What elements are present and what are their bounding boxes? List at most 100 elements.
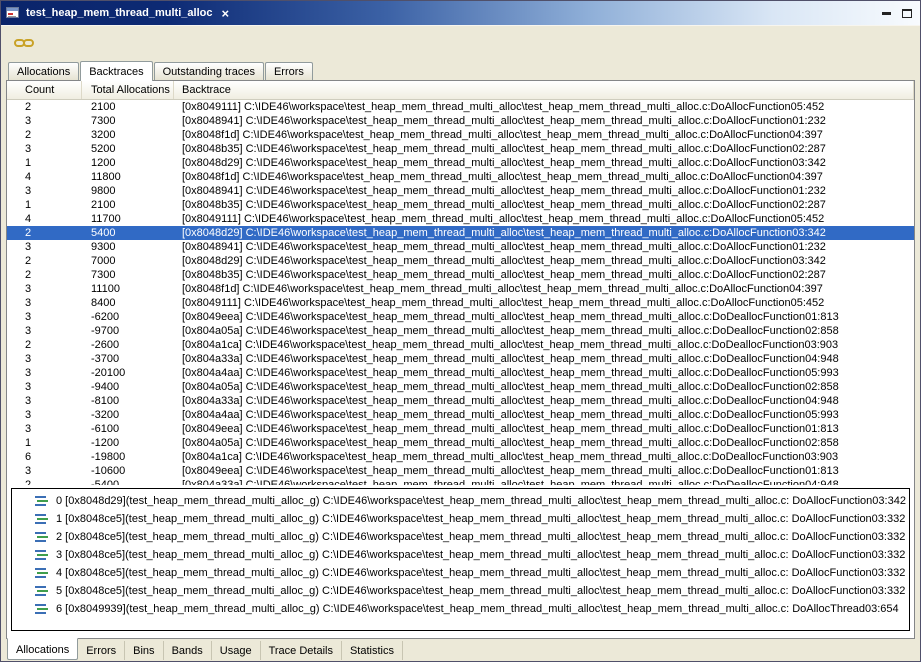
minimize-view-button[interactable]	[878, 5, 894, 21]
count-cell: 6	[7, 450, 82, 464]
backtrace-cell: [0x8049111] C:\IDE46\workspace\test_heap…	[174, 100, 914, 114]
table-row[interactable]: 27300[0x8048b35] C:\IDE46\workspace\test…	[7, 268, 914, 282]
table-row[interactable]: 3-6100[0x8049eea] C:\IDE46\workspace\tes…	[7, 422, 914, 436]
backtrace-cell: [0x8048f1d] C:\IDE46\workspace\test_heap…	[174, 170, 914, 184]
backtrace-cell: [0x804a33a] C:\IDE46\workspace\test_heap…	[174, 478, 914, 485]
table-row[interactable]: 39300[0x8048941] C:\IDE46\workspace\test…	[7, 240, 914, 254]
trace-detail-text: 4 [0x8048ce5](test_heap_mem_thread_multi…	[56, 567, 905, 579]
table-row[interactable]: 3-3700[0x804a33a] C:\IDE46\workspace\tes…	[7, 352, 914, 366]
count-cell: 2	[7, 338, 82, 352]
backtrace-cell: [0x804a33a] C:\IDE46\workspace\test_heap…	[174, 352, 914, 366]
table-row[interactable]: 25400[0x8048d29] C:\IDE46\workspace\test…	[7, 226, 914, 240]
bottom-tab-errors[interactable]: Errors	[78, 641, 125, 660]
column-header-total-allocations[interactable]: Total Allocations	[82, 81, 174, 99]
total-allocations-cell: -8100	[82, 394, 174, 408]
bottom-tab-bands[interactable]: Bands	[164, 641, 212, 660]
trace-detail-item[interactable]: 4 [0x8048ce5](test_heap_mem_thread_multi…	[12, 564, 909, 582]
backtrace-cell: [0x804a1ca] C:\IDE46\workspace\test_heap…	[174, 450, 914, 464]
link-button[interactable]	[11, 31, 37, 55]
trace-detail-item[interactable]: 5 [0x8048ce5](test_heap_mem_thread_multi…	[12, 582, 909, 600]
count-cell: 3	[7, 464, 82, 478]
table-row[interactable]: 11200[0x8048d29] C:\IDE46\workspace\test…	[7, 156, 914, 170]
backtrace-cell: [0x8048d29] C:\IDE46\workspace\test_heap…	[174, 254, 914, 268]
table-row[interactable]: 3-8100[0x804a33a] C:\IDE46\workspace\tes…	[7, 394, 914, 408]
table-row[interactable]: 37300[0x8048941] C:\IDE46\workspace\test…	[7, 114, 914, 128]
total-allocations-cell: -5400	[82, 478, 174, 485]
count-cell: 3	[7, 310, 82, 324]
backtrace-cell: [0x804a05a] C:\IDE46\workspace\test_heap…	[174, 436, 914, 450]
table-row[interactable]: 411800[0x8048f1d] C:\IDE46\workspace\tes…	[7, 170, 914, 184]
count-cell: 3	[7, 366, 82, 380]
trace-detail-panel: 0 [0x8048d29](test_heap_mem_thread_multi…	[11, 488, 910, 631]
total-allocations-cell: 11800	[82, 170, 174, 184]
table-row[interactable]: 23200[0x8048f1d] C:\IDE46\workspace\test…	[7, 128, 914, 142]
table-row[interactable]: 3-20100[0x804a4aa] C:\IDE46\workspace\te…	[7, 366, 914, 380]
count-cell: 2	[7, 128, 82, 142]
bottom-tab-trace-details[interactable]: Trace Details	[261, 641, 342, 660]
tab-allocations[interactable]: Allocations	[8, 62, 79, 80]
count-cell: 3	[7, 380, 82, 394]
trace-detail-item[interactable]: 3 [0x8048ce5](test_heap_mem_thread_multi…	[12, 546, 909, 564]
backtrace-cell: [0x8049eea] C:\IDE46\workspace\test_heap…	[174, 464, 914, 478]
count-cell: 1	[7, 156, 82, 170]
total-allocations-cell: -19800	[82, 450, 174, 464]
stack-frames-icon	[35, 567, 48, 579]
backtrace-cell: [0x804a05a] C:\IDE46\workspace\test_heap…	[174, 380, 914, 394]
stack-frames-icon	[35, 495, 48, 507]
tab-errors[interactable]: Errors	[265, 62, 313, 80]
maximize-view-button[interactable]	[899, 5, 915, 21]
backtrace-cell: [0x8049eea] C:\IDE46\workspace\test_heap…	[174, 422, 914, 436]
table-row[interactable]: 2-2600[0x804a1ca] C:\IDE46\workspace\tes…	[7, 338, 914, 352]
bottom-tab-statistics[interactable]: Statistics	[342, 641, 403, 660]
table-row[interactable]: 3-9400[0x804a05a] C:\IDE46\workspace\tes…	[7, 380, 914, 394]
bottom-tab-bins[interactable]: Bins	[125, 641, 163, 660]
total-allocations-cell: -9400	[82, 380, 174, 394]
backtrace-cell: [0x804a4aa] C:\IDE46\workspace\test_heap…	[174, 408, 914, 422]
close-view-button[interactable]: ×	[221, 7, 229, 20]
table-row[interactable]: 1-1200[0x804a05a] C:\IDE46\workspace\tes…	[7, 436, 914, 450]
tab-backtraces[interactable]: Backtraces	[80, 61, 152, 81]
count-cell: 3	[7, 184, 82, 198]
backtrace-cell: [0x8048b35] C:\IDE46\workspace\test_heap…	[174, 268, 914, 282]
total-allocations-cell: 5200	[82, 142, 174, 156]
count-cell: 3	[7, 296, 82, 310]
table-row[interactable]: 22100[0x8049111] C:\IDE46\workspace\test…	[7, 100, 914, 114]
table-row[interactable]: 3-3200[0x804a4aa] C:\IDE46\workspace\tes…	[7, 408, 914, 422]
total-allocations-cell: 3200	[82, 128, 174, 142]
total-allocations-cell: -3700	[82, 352, 174, 366]
table-row[interactable]: 411700[0x8049111] C:\IDE46\workspace\tes…	[7, 212, 914, 226]
table-row[interactable]: 3-6200[0x8049eea] C:\IDE46\workspace\tes…	[7, 310, 914, 324]
trace-detail-text: 3 [0x8048ce5](test_heap_mem_thread_multi…	[56, 549, 905, 561]
trace-detail-item[interactable]: 0 [0x8048d29](test_heap_mem_thread_multi…	[12, 492, 909, 510]
trace-detail-item[interactable]: 6 [0x8049939](test_heap_mem_thread_multi…	[12, 600, 909, 618]
trace-detail-item[interactable]: 1 [0x8048ce5](test_heap_mem_thread_multi…	[12, 510, 909, 528]
trace-detail-item[interactable]: 2 [0x8048ce5](test_heap_mem_thread_multi…	[12, 528, 909, 546]
bottom-tab-allocations[interactable]: Allocations	[7, 638, 78, 660]
column-header-count[interactable]: Count	[7, 81, 82, 99]
table-row[interactable]: 35200[0x8048b35] C:\IDE46\workspace\test…	[7, 142, 914, 156]
view-icon	[5, 5, 21, 21]
total-allocations-cell: 7300	[82, 268, 174, 282]
bottom-tab-usage[interactable]: Usage	[212, 641, 261, 660]
count-cell: 2	[7, 226, 82, 240]
backtrace-cell: [0x8048941] C:\IDE46\workspace\test_heap…	[174, 240, 914, 254]
backtrace-cell: [0x8048d29] C:\IDE46\workspace\test_heap…	[174, 156, 914, 170]
table-row[interactable]: 311100[0x8048f1d] C:\IDE46\workspace\tes…	[7, 282, 914, 296]
count-cell: 3	[7, 142, 82, 156]
total-allocations-cell: 2100	[82, 198, 174, 212]
total-allocations-cell: -6200	[82, 310, 174, 324]
total-allocations-cell: 2100	[82, 100, 174, 114]
count-cell: 2	[7, 268, 82, 282]
table-row[interactable]: 3-9700[0x804a05a] C:\IDE46\workspace\tes…	[7, 324, 914, 338]
total-allocations-cell: -10600	[82, 464, 174, 478]
table-row[interactable]: 12100[0x8048b35] C:\IDE46\workspace\test…	[7, 198, 914, 212]
column-header-backtrace[interactable]: Backtrace	[174, 81, 914, 99]
table-row[interactable]: 2-5400[0x804a33a] C:\IDE46\workspace\tes…	[7, 478, 914, 485]
table-row[interactable]: 3-10600[0x8049eea] C:\IDE46\workspace\te…	[7, 464, 914, 478]
table-row[interactable]: 39800[0x8048941] C:\IDE46\workspace\test…	[7, 184, 914, 198]
table-row[interactable]: 27000[0x8048d29] C:\IDE46\workspace\test…	[7, 254, 914, 268]
tab-outstanding-traces[interactable]: Outstanding traces	[154, 62, 264, 80]
table-row[interactable]: 6-19800[0x804a1ca] C:\IDE46\workspace\te…	[7, 450, 914, 464]
table-row[interactable]: 38400[0x8049111] C:\IDE46\workspace\test…	[7, 296, 914, 310]
total-allocations-cell: -1200	[82, 436, 174, 450]
